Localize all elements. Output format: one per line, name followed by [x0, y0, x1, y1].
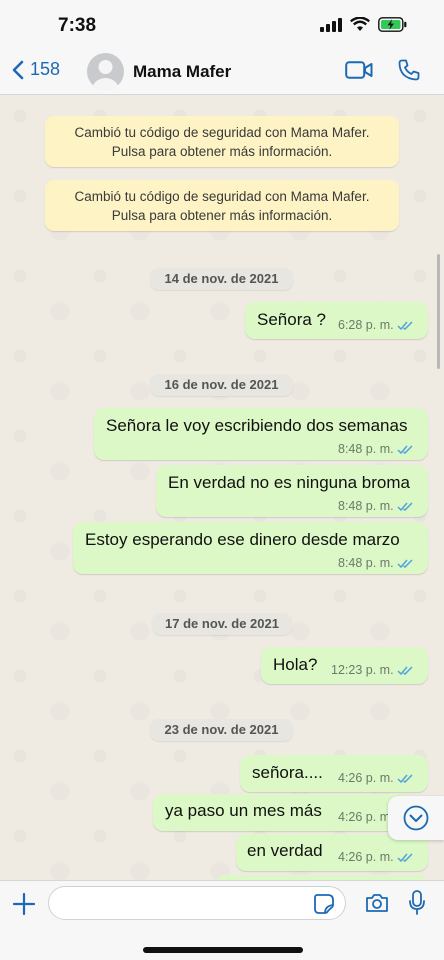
message-text: señora....	[252, 763, 323, 782]
message-meta: 4:26 p. m.	[338, 850, 414, 864]
back-button[interactable]: 158	[12, 59, 60, 80]
microphone-button[interactable]	[408, 890, 426, 921]
home-indicator	[143, 947, 303, 953]
avatar[interactable]	[87, 53, 124, 90]
plus-icon	[12, 892, 36, 916]
date-separator: 23 de nov. de 2021	[150, 719, 293, 741]
video-call-icon	[345, 61, 373, 79]
message-meta: 8:48 p. m.	[338, 499, 414, 513]
sticker-button[interactable]	[313, 893, 335, 920]
double-check-icon	[397, 320, 413, 330]
message-bubble[interactable]: En verdad no es ninguna broma 8:48 p. m.	[156, 465, 428, 517]
message-text: Señora ?	[257, 310, 326, 329]
message-bubble[interactable]: Señora le voy escribiendo dos semanas 8:…	[94, 408, 428, 460]
message-meta: 4:26 p. m	[338, 810, 390, 824]
message-meta: 8:48 p. m.	[338, 442, 414, 456]
double-check-icon	[397, 558, 413, 568]
message-bubble[interactable]: ya paso un mes más 4:26 p. m	[153, 794, 413, 831]
message-input[interactable]	[48, 886, 346, 920]
double-check-icon	[397, 852, 413, 862]
message-meta: 12:23 p. m.	[331, 663, 414, 677]
security-code-notice[interactable]: Cambió tu código de seguridad con Mama M…	[45, 116, 399, 167]
chat-header: 158 Mama Mafer	[0, 50, 444, 95]
video-call-button[interactable]	[345, 60, 373, 85]
phone-icon	[398, 59, 420, 81]
camera-button[interactable]	[365, 892, 389, 919]
message-meta: 4:26 p. m.	[338, 771, 414, 785]
status-bar: 7:38	[0, 0, 444, 50]
attach-button[interactable]	[12, 892, 36, 921]
message-time: 4:26 p. m	[338, 810, 391, 824]
notice-line: Pulsa para obtener más información.	[111, 144, 333, 159]
message-text: Estoy esperando ese dinero desde marzo	[85, 530, 400, 549]
message-time: 8:48 p. m.	[338, 499, 394, 513]
battery-charging-icon	[378, 17, 407, 32]
message-time: 12:23 p. m.	[331, 663, 394, 677]
message-time: 6:28 p. m.	[338, 318, 394, 332]
message-text: ya paso un mes más	[165, 801, 322, 820]
date-separator: 16 de nov. de 2021	[150, 374, 293, 396]
wifi-icon	[350, 17, 370, 31]
input-bar	[0, 880, 444, 960]
double-check-icon	[397, 444, 413, 454]
microphone-icon	[409, 890, 425, 915]
message-bubble[interactable]: señora.... 4:26 p. m.	[240, 755, 428, 792]
signal-icon	[320, 17, 342, 32]
status-indicators	[320, 17, 408, 32]
message-bubble[interactable]: Hola? 12:23 p. m.	[261, 647, 428, 684]
notice-line: Pulsa para obtener más información.	[111, 208, 333, 223]
chat-area[interactable]: Cambió tu código de seguridad con Mama M…	[0, 96, 444, 880]
scroll-down-icon	[403, 805, 429, 831]
message-time: 8:48 p. m.	[338, 556, 394, 570]
sticker-icon	[314, 894, 334, 914]
double-check-icon	[397, 665, 413, 675]
date-separator: 14 de nov. de 2021	[150, 268, 293, 290]
unread-count: 158	[30, 59, 61, 79]
message-meta: 6:28 p. m.	[338, 318, 414, 332]
message-time: 8:48 p. m.	[338, 442, 394, 456]
message-meta: 8:48 p. m.	[338, 556, 414, 570]
back-chevron-icon	[12, 60, 24, 79]
security-code-notice[interactable]: Cambió tu código de seguridad con Mama M…	[45, 180, 399, 231]
message-text: Señora le voy escribiendo dos semanas	[106, 416, 408, 435]
message-text: en verdad	[247, 841, 323, 860]
status-time: 7:38	[58, 15, 97, 36]
message-bubble[interactable]: Señora ? 6:28 p. m.	[245, 302, 428, 339]
contact-name[interactable]: Mama Mafer	[133, 62, 231, 82]
scroll-to-bottom-button[interactable]	[388, 796, 444, 840]
date-separator: 17 de nov. de 2021	[152, 613, 292, 635]
avatar-icon	[92, 60, 119, 90]
double-check-icon	[397, 773, 413, 783]
message-text: Hola?	[273, 655, 318, 674]
message-time: 4:26 p. m.	[338, 850, 394, 864]
camera-icon	[366, 894, 388, 912]
double-check-icon	[397, 501, 413, 511]
scrollbar[interactable]	[437, 254, 440, 369]
message-text: En verdad no es ninguna broma	[168, 473, 410, 492]
voice-call-button[interactable]	[397, 58, 421, 87]
notice-line: Cambió tu código de seguridad con Mama M…	[74, 189, 370, 204]
notice-line: Cambió tu código de seguridad con Mama M…	[74, 125, 370, 140]
message-time: 4:26 p. m.	[338, 771, 394, 785]
message-bubble[interactable]: Estoy esperando ese dinero desde marzo 8…	[73, 522, 428, 574]
